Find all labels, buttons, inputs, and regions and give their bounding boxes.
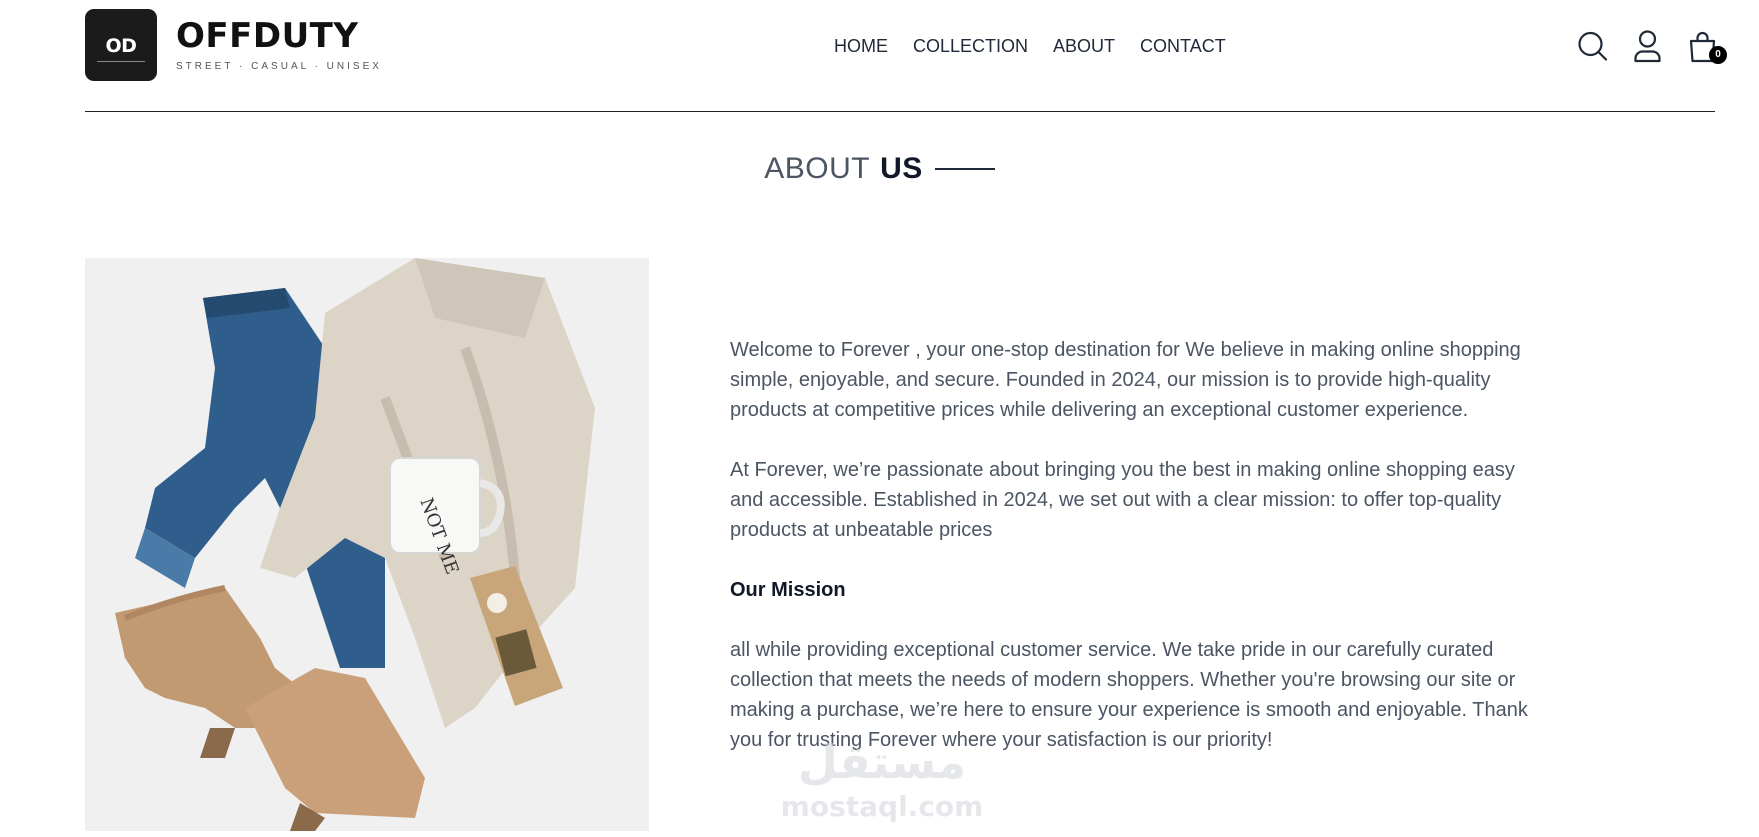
nav-collection[interactable]: COLLECTION (913, 36, 1028, 57)
svg-text:مستقل: مستقل (798, 735, 966, 789)
nav-home[interactable]: HOME (834, 36, 888, 57)
nav-about[interactable]: ABOUT (1053, 36, 1115, 57)
mostaql-watermark: مستقل mostaql.com (775, 728, 990, 823)
site-header: OD OFFDUTY STREET · CASUAL · UNISEX HOME… (85, 0, 1727, 112)
cart-count-badge: 0 (1709, 46, 1727, 64)
logo-mark: OD (85, 9, 157, 81)
about-image: NOT ME (85, 258, 649, 831)
svg-text:mostaql.com: mostaql.com (781, 790, 984, 823)
logo-mark-underline (97, 61, 145, 62)
title-us: US (880, 152, 923, 185)
brand-tagline: STREET · CASUAL · UNISEX (176, 61, 382, 72)
shopping-bag-icon[interactable]: 0 (1686, 28, 1727, 64)
title-about: ABOUT (764, 152, 871, 185)
main-nav: HOME COLLECTION ABOUT CONTACT (834, 36, 1226, 57)
logo-mark-text: OD (105, 35, 137, 57)
about-content: Welcome to Forever , your one-stop desti… (730, 335, 1550, 785)
brand-logo[interactable]: OD OFFDUTY STREET · CASUAL · UNISEX (85, 9, 382, 81)
about-paragraph-1: Welcome to Forever , your one-stop desti… (730, 339, 1521, 421)
page-title: ABOUT US (0, 152, 1759, 186)
header-icons: 0 (1576, 28, 1727, 64)
logo-text: OFFDUTY STREET · CASUAL · UNISEX (176, 18, 382, 72)
brand-name: OFFDUTY (176, 16, 359, 56)
user-icon[interactable] (1631, 28, 1664, 64)
title-rule (934, 168, 995, 170)
nav-contact[interactable]: CONTACT (1140, 36, 1226, 57)
mission-heading: Our Mission (730, 579, 846, 601)
about-paragraph-2: At Forever, we’re passionate about bring… (730, 459, 1515, 541)
search-icon[interactable] (1576, 28, 1609, 64)
